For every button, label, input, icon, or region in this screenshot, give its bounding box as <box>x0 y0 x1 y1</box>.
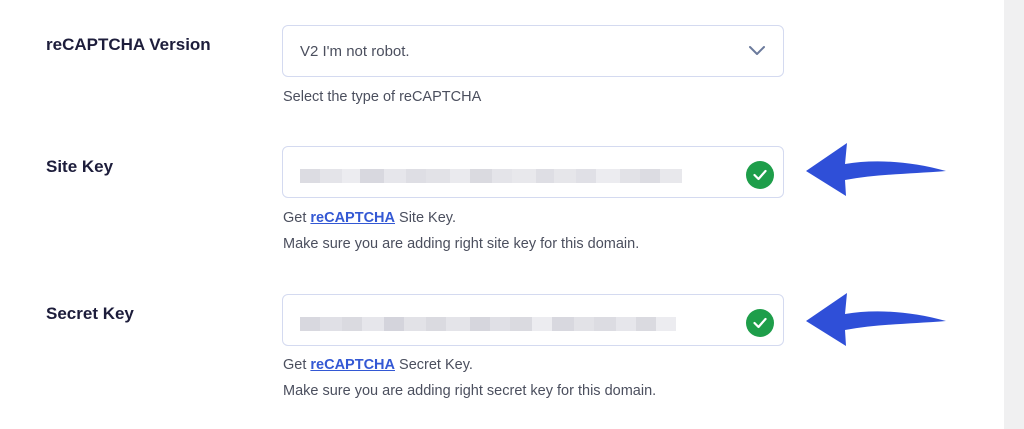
chevron-down-icon <box>747 41 767 61</box>
secret-key-input[interactable] <box>282 294 784 346</box>
site-key-input[interactable] <box>282 146 784 198</box>
secret-key-help-suffix: Secret Key. <box>399 357 473 373</box>
version-select[interactable]: V2 I'm not robot. <box>282 25 784 77</box>
site-key-help-note: Make sure you are adding right site key … <box>283 236 640 252</box>
version-selected-value: V2 I'm not robot. <box>300 43 410 60</box>
check-circle-icon <box>746 161 774 189</box>
secret-key-help-prefix: Get <box>283 357 307 373</box>
site-key-help-suffix: Site Key. <box>399 210 456 226</box>
version-help-text: Select the type of reCAPTCHA <box>283 89 482 105</box>
recaptcha-site-key-link[interactable]: reCAPTCHA <box>310 210 395 226</box>
masked-site-key <box>300 169 682 183</box>
settings-panel: reCAPTCHA Version V2 I'm not robot. Sele… <box>0 0 1004 429</box>
site-key-label: Site Key <box>46 157 114 176</box>
check-circle-icon <box>746 309 774 337</box>
site-key-help-text: Get reCAPTCHA Site Key. <box>283 210 456 226</box>
arrow-left-icon <box>806 293 946 346</box>
secret-key-help-text: Get reCAPTCHA Secret Key. <box>283 357 473 373</box>
arrow-left-icon <box>806 143 946 196</box>
recaptcha-secret-key-link[interactable]: reCAPTCHA <box>310 357 395 373</box>
secret-key-help-note: Make sure you are adding right secret ke… <box>283 383 657 399</box>
masked-secret-key <box>300 317 676 331</box>
version-label: reCAPTCHA Version <box>46 35 211 54</box>
secret-key-label: Secret Key <box>46 304 134 323</box>
site-key-help-prefix: Get <box>283 210 307 226</box>
